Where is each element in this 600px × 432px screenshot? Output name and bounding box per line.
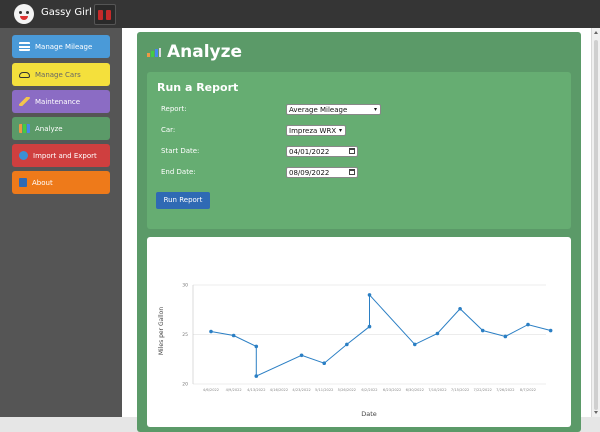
end-date-label: End Date: bbox=[161, 168, 196, 176]
sidebar-item-manage-mileage[interactable]: Manage Mileage bbox=[12, 35, 110, 58]
sidebar-item-label: Manage Mileage bbox=[35, 42, 93, 51]
y-tick-label: 30 bbox=[182, 283, 188, 289]
car-label: Car: bbox=[161, 126, 176, 134]
data-point bbox=[458, 306, 462, 311]
data-point bbox=[254, 374, 259, 378]
sidebar-item-label: Manage Cars bbox=[35, 70, 81, 79]
end-date-input[interactable]: 08/09/2022 bbox=[286, 167, 358, 178]
x-tick-label: 8/7/2022 bbox=[520, 388, 536, 392]
x-tick-label: 7/22/2022 bbox=[473, 388, 491, 392]
y-tick-label: 20 bbox=[182, 382, 188, 388]
car-icon bbox=[19, 71, 30, 78]
x-tick-label: 4/13/2022 bbox=[247, 388, 265, 392]
globe-icon bbox=[19, 151, 28, 160]
x-tick-label: 5/11/2022 bbox=[315, 388, 333, 392]
data-point bbox=[254, 344, 259, 349]
gas-pump-icon bbox=[94, 4, 116, 25]
car-select[interactable]: Impreza WRX ▾ bbox=[286, 125, 346, 136]
scroll-down-icon[interactable] bbox=[594, 411, 598, 414]
data-point bbox=[231, 333, 236, 338]
sidebar: Manage Mileage Manage Cars Maintenance A… bbox=[0, 28, 122, 417]
sidebar-item-manage-cars[interactable]: Manage Cars bbox=[12, 63, 110, 86]
x-tick-label: 5/26/2022 bbox=[338, 388, 356, 392]
chevron-down-icon: ▾ bbox=[338, 127, 342, 134]
data-point bbox=[435, 331, 440, 336]
bar-chart-icon bbox=[19, 124, 30, 133]
data-point bbox=[480, 328, 485, 333]
page-title: Analyze bbox=[167, 42, 243, 62]
data-point bbox=[526, 322, 530, 327]
sidebar-item-analyze[interactable]: Analyze bbox=[12, 117, 110, 140]
data-point bbox=[503, 334, 508, 339]
x-tick-label: 7/26/2022 bbox=[496, 388, 514, 392]
calendar-icon[interactable] bbox=[349, 169, 355, 175]
x-tick-label: 4/9/2022 bbox=[226, 388, 242, 392]
x-tick-label: 7/10/2022 bbox=[428, 388, 446, 392]
x-tick-label: 4/16/2022 bbox=[270, 388, 288, 392]
chart-panel: Miles per Gallon Date 30 25 20 4/6/2022 4/9/… bbox=[147, 237, 571, 427]
app-title[interactable]: Gassy Girl bbox=[41, 7, 92, 18]
y-tick-label: 25 bbox=[182, 332, 188, 338]
info-icon bbox=[19, 178, 27, 187]
data-point bbox=[412, 342, 417, 347]
chevron-down-icon: ▾ bbox=[373, 106, 377, 113]
wrench-icon bbox=[19, 97, 30, 106]
series-line bbox=[210, 293, 551, 377]
scrollbar[interactable] bbox=[591, 28, 600, 417]
sidebar-item-about[interactable]: About bbox=[12, 171, 110, 194]
report-select-value: Average Mileage bbox=[289, 106, 348, 114]
top-bar: Gassy Girl bbox=[0, 0, 600, 28]
scrollbar-thumb[interactable] bbox=[594, 40, 598, 410]
x-tick-label: 4/6/2022 bbox=[203, 388, 219, 392]
calendar-icon[interactable] bbox=[349, 148, 355, 154]
analyze-icon bbox=[147, 48, 161, 57]
report-label: Report: bbox=[161, 105, 187, 113]
start-date-label: Start Date: bbox=[161, 147, 200, 155]
run-report-button[interactable]: Run Report bbox=[156, 192, 210, 209]
data-point bbox=[367, 293, 372, 297]
data-point bbox=[345, 342, 349, 347]
main-content: Analyze Run a Report Report: Average Mil… bbox=[122, 28, 600, 432]
analyze-card: Analyze Run a Report Report: Average Mil… bbox=[137, 32, 581, 432]
sidebar-item-label: Maintenance bbox=[35, 97, 81, 106]
end-date-value: 08/09/2022 bbox=[289, 169, 330, 177]
sidebar-item-label: About bbox=[32, 178, 53, 187]
x-tick-label: 6/23/2022 bbox=[383, 388, 401, 392]
x-tick-label: 4/23/2022 bbox=[292, 388, 310, 392]
y-axis-label: Miles per Gallon bbox=[158, 307, 165, 355]
x-tick-label: 7/15/2022 bbox=[451, 388, 469, 392]
data-point bbox=[367, 324, 372, 329]
start-date-input[interactable]: 04/01/2022 bbox=[286, 146, 358, 157]
report-select[interactable]: Average Mileage ▾ bbox=[286, 104, 381, 115]
x-tick-label: 6/2/2022 bbox=[361, 388, 377, 392]
x-tick-label: 6/30/2022 bbox=[406, 388, 424, 392]
odometer-icon bbox=[19, 42, 30, 51]
sidebar-item-import-export[interactable]: Import and Export bbox=[12, 144, 110, 167]
car-select-value: Impreza WRX bbox=[289, 127, 337, 135]
app-logo-icon[interactable] bbox=[14, 4, 34, 24]
data-point bbox=[322, 361, 327, 366]
start-date-value: 04/01/2022 bbox=[289, 148, 330, 156]
sidebar-item-label: Import and Export bbox=[33, 151, 97, 160]
sidebar-item-label: Analyze bbox=[35, 124, 63, 133]
scroll-up-icon[interactable] bbox=[594, 31, 598, 34]
data-point bbox=[548, 328, 553, 333]
report-form: Run a Report Report: Average Mileage ▾ C… bbox=[147, 72, 571, 229]
mileage-chart: Miles per Gallon Date 3025204/6/2022 4/9/… bbox=[158, 283, 553, 418]
data-point bbox=[299, 353, 304, 358]
form-title: Run a Report bbox=[157, 81, 239, 94]
data-point bbox=[209, 329, 213, 334]
sidebar-item-maintenance[interactable]: Maintenance bbox=[12, 90, 110, 113]
